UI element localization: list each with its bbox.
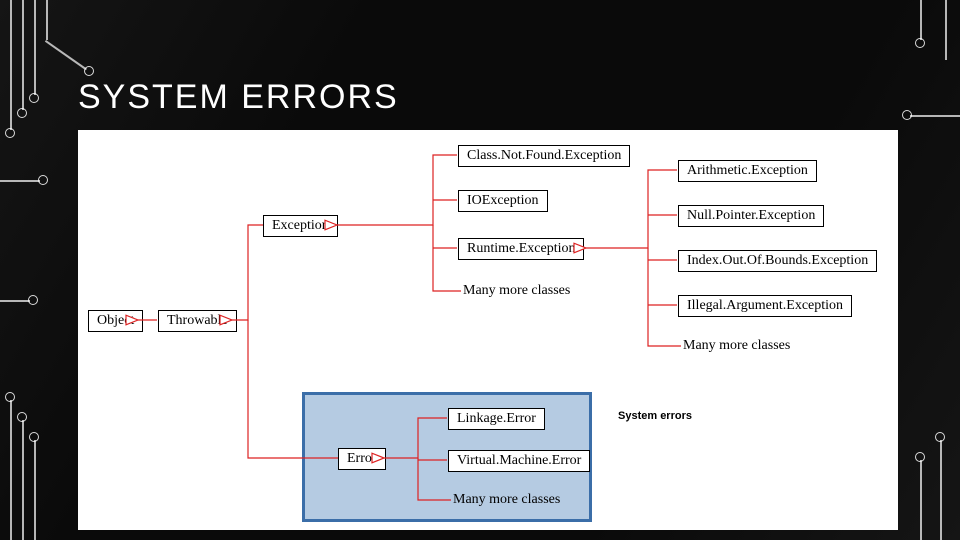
node-class-not-found-exception: Class.Not.Found.Exception xyxy=(458,145,630,167)
circuit-trace xyxy=(0,300,30,302)
node-throwable: Throwable xyxy=(158,310,237,332)
node-index-out-of-bounds-exception: Index.Out.Of.Bounds.Exception xyxy=(678,250,877,272)
circuit-node-icon xyxy=(902,110,912,120)
label-more-exception-subclasses: Many more classes xyxy=(463,283,570,299)
circuit-node-icon xyxy=(84,66,94,76)
node-arithmetic-exception: Arithmetic.Exception xyxy=(678,160,817,182)
circuit-trace xyxy=(10,0,12,130)
circuit-trace xyxy=(34,440,36,540)
node-null-pointer-exception: Null.Pointer.Exception xyxy=(678,205,824,227)
circuit-trace xyxy=(920,460,922,540)
circuit-node-icon xyxy=(915,452,925,462)
circuit-trace xyxy=(10,400,12,540)
circuit-node-icon xyxy=(935,432,945,442)
circuit-node-icon xyxy=(17,412,27,422)
circuit-node-icon xyxy=(915,38,925,48)
node-object: Object xyxy=(88,310,143,332)
node-error: Error xyxy=(338,448,386,470)
circuit-trace xyxy=(940,440,942,540)
node-exception: Exception xyxy=(263,215,338,237)
node-virtual-machine-error: Virtual.Machine.Error xyxy=(448,450,590,472)
circuit-node-icon xyxy=(38,175,48,185)
label-more-error-subclasses: Many more classes xyxy=(453,492,560,508)
slide-title: SYSTEM ERRORS xyxy=(78,78,399,117)
circuit-node-icon xyxy=(5,392,15,402)
circuit-trace xyxy=(910,115,960,117)
diagram-canvas: Object Throwable Exception Error Class.N… xyxy=(78,130,898,530)
circuit-trace xyxy=(0,180,40,182)
circuit-trace xyxy=(945,0,947,60)
label-more-runtime-subclasses: Many more classes xyxy=(683,338,790,354)
circuit-node-icon xyxy=(29,432,39,442)
circuit-trace xyxy=(34,0,36,95)
node-linkage-error: Linkage.Error xyxy=(448,408,545,430)
circuit-trace xyxy=(22,0,24,110)
circuit-trace xyxy=(46,0,48,40)
circuit-node-icon xyxy=(5,128,15,138)
callout-system-errors: System errors xyxy=(618,410,692,422)
circuit-node-icon xyxy=(28,295,38,305)
circuit-trace xyxy=(22,420,24,540)
circuit-trace xyxy=(920,0,922,40)
circuit-node-icon xyxy=(29,93,39,103)
node-runtime-exception: Runtime.Exception xyxy=(458,238,584,260)
circuit-node-icon xyxy=(17,108,27,118)
node-io-exception: IOException xyxy=(458,190,548,212)
node-illegal-argument-exception: Illegal.Argument.Exception xyxy=(678,295,852,317)
